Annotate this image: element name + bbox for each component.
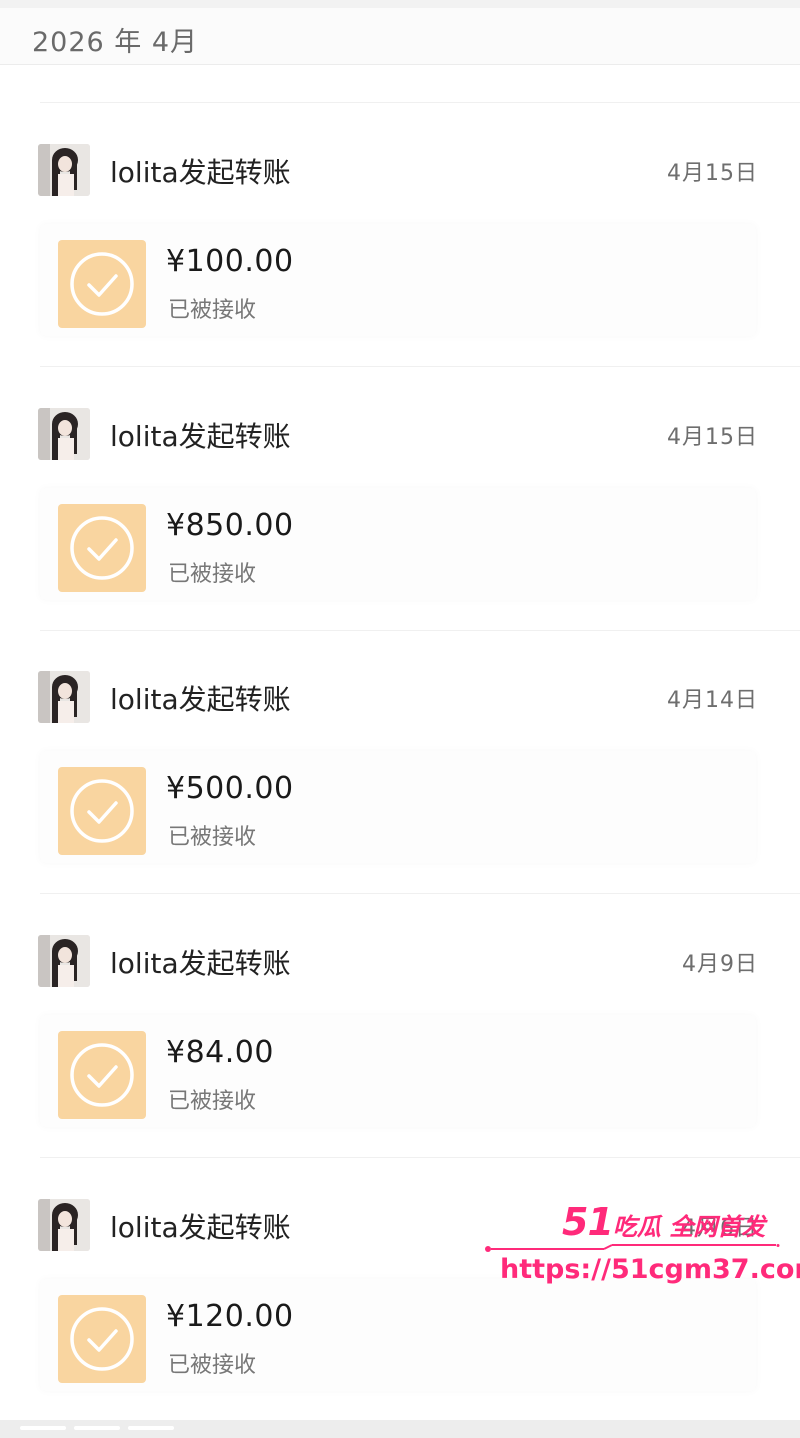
transfer-amount: ¥100.00: [166, 244, 294, 279]
transfer-records-page: 2026 年 4月 lolita发起转账 4月15日 ¥100.00 已被接收 …: [0, 0, 800, 1438]
check-circle-icon: [58, 504, 146, 592]
transfer-record[interactable]: lolita发起转账 4月15日 ¥100.00 已被接收: [0, 144, 800, 408]
month-label: 2026 年 4月: [32, 27, 199, 58]
watermark-url: https://51cgm37.com: [500, 1254, 800, 1285]
check-circle-icon: [58, 1031, 146, 1119]
bottom-dash: [128, 1426, 174, 1430]
transfer-title: lolita发起转账: [110, 1211, 291, 1244]
transfer-status: 已被接收: [168, 562, 257, 587]
avatar-photo-icon: [38, 144, 90, 196]
transfer-status: 已被接收: [168, 298, 257, 323]
transfer-date: 4月9日: [682, 952, 758, 977]
transfer-date: 4月15日: [667, 161, 758, 186]
avatar-photo-icon: [38, 935, 90, 987]
transfer-card[interactable]: ¥100.00 已被接收: [40, 224, 756, 336]
divider: [40, 1157, 800, 1158]
transfer-status: 已被接收: [168, 825, 257, 850]
check-circle-icon: [58, 767, 146, 855]
bottom-dash: [20, 1426, 66, 1430]
divider: [40, 893, 800, 894]
divider: [40, 630, 800, 631]
transfer-amount: ¥84.00: [166, 1035, 274, 1070]
check-circle-icon: [58, 1295, 146, 1383]
check-circle-icon: [58, 240, 146, 328]
transfer-status: 已被接收: [168, 1089, 257, 1114]
transfer-card[interactable]: ¥120.00 已被接收: [40, 1279, 756, 1391]
transfer-title: lolita发起转账: [110, 420, 291, 453]
watermark-circuit-line: [485, 1244, 780, 1252]
transfer-amount: ¥850.00: [166, 508, 294, 543]
transfer-record[interactable]: lolita发起转账 4月9日 ¥84.00 已被接收: [0, 935, 800, 1199]
transfer-amount: ¥500.00: [166, 771, 294, 806]
transfer-card[interactable]: ¥500.00 已被接收: [40, 751, 756, 863]
transfer-card[interactable]: ¥84.00 已被接收: [40, 1015, 756, 1127]
bottom-dash: [74, 1426, 120, 1430]
divider: [40, 366, 800, 367]
month-header: 2026 年 4月: [0, 8, 800, 65]
transfer-title: lolita发起转账: [110, 156, 291, 189]
divider: [40, 102, 800, 103]
transfer-record[interactable]: lolita发起转账 4月14日 ¥500.00 已被接收: [0, 671, 800, 935]
transfer-title: lolita发起转账: [110, 683, 291, 716]
watermark-title: 51吃瓜 全网首发: [562, 1200, 765, 1244]
avatar-photo-icon: [38, 671, 90, 723]
watermark-number: 51: [562, 1200, 614, 1244]
transfer-date: 4月15日: [667, 425, 758, 450]
status-strip: [0, 0, 800, 8]
bottom-bar: [0, 1420, 800, 1438]
transfer-date: 4月14日: [667, 688, 758, 713]
avatar-photo-icon: [38, 408, 90, 460]
transfer-status: 已被接收: [168, 1353, 257, 1378]
watermark-tagline: 吃瓜 全网首发: [612, 1213, 766, 1241]
transfer-title: lolita发起转账: [110, 947, 291, 980]
transfer-card[interactable]: ¥850.00 已被接收: [40, 488, 756, 600]
transfer-amount: ¥120.00: [166, 1299, 294, 1334]
avatar-photo-icon: [38, 1199, 90, 1251]
transfer-record[interactable]: lolita发起转账 4月15日 ¥850.00 已被接收: [0, 408, 800, 672]
